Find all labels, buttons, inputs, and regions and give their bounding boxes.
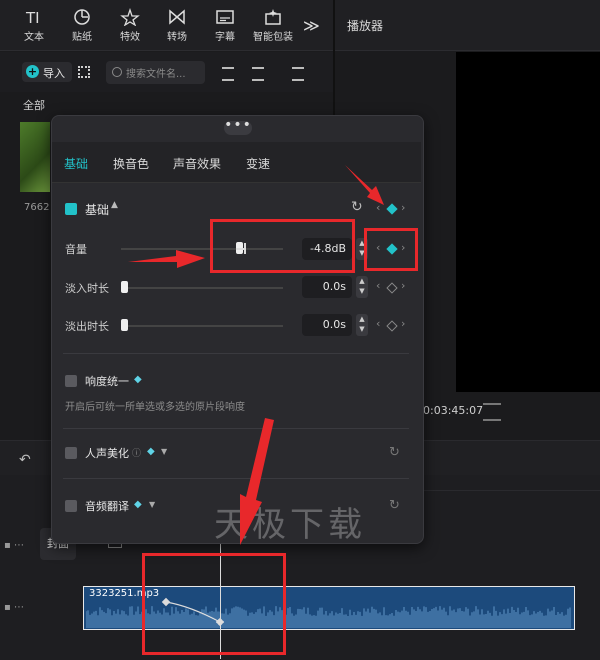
annotation-box-clip <box>142 553 286 655</box>
media-toolbar: + 导入 搜索文件名... <box>0 52 333 92</box>
media-thumbnail-label: 7662 <box>24 202 50 213</box>
view-toggle-icon[interactable] <box>222 67 234 81</box>
vip-diamond-icon: ◆ <box>134 499 142 510</box>
tool-effects[interactable]: 特效 <box>110 8 150 43</box>
audio-translate-label: 音频翻译 <box>85 500 129 513</box>
reset-icon[interactable]: ↻ <box>389 445 400 460</box>
chevron-down-icon[interactable]: ▼ <box>149 500 155 509</box>
fade-out-stepper[interactable]: ▲ ▼ <box>356 314 368 336</box>
search-placeholder: 搜索文件名... <box>126 69 186 80</box>
tab-sound-effects[interactable]: 声音效果 <box>173 155 221 172</box>
fade-in-stepper[interactable]: ▲ ▼ <box>356 276 368 298</box>
section-divider <box>63 478 409 479</box>
svg-text:TI: TI <box>25 9 40 26</box>
watermark-text: 天极下载 <box>214 505 366 545</box>
prev-keyframe-icon[interactable]: ‹ <box>376 279 380 292</box>
section-divider <box>63 428 409 429</box>
tool-smart-package[interactable]: 智能包装 <box>251 8 295 43</box>
tool-tabs-bar: TI 文本 贴纸 特效 转场 字幕 智能包装 ≫ <box>0 0 333 51</box>
fade-out-label: 淡出时长 <box>65 320 109 333</box>
player-grid-icon[interactable] <box>483 403 501 421</box>
import-button[interactable]: + 导入 <box>22 62 72 82</box>
annotation-box-keyframe <box>364 228 418 271</box>
fade-out-slider-track[interactable] <box>121 325 283 327</box>
player-header: 播放器 <box>335 0 600 51</box>
plus-icon: + <box>26 65 39 78</box>
fade-in-label: 淡入时长 <box>65 282 109 295</box>
tool-text[interactable]: TI 文本 <box>14 8 54 43</box>
loudness-label: 响度统一 <box>85 375 129 388</box>
next-keyframe-icon[interactable]: › <box>401 279 405 292</box>
loudness-description: 开启后可统一所单选或多选的原片段响度 <box>65 402 245 413</box>
voice-beautify-label: 人声美化 <box>85 447 129 460</box>
tool-subtitle-label: 字幕 <box>215 32 235 43</box>
player-title: 播放器 <box>347 19 384 33</box>
vip-diamond-icon: ◆ <box>134 374 142 385</box>
search-input[interactable]: 搜索文件名... <box>106 61 205 84</box>
tool-transition-label: 转场 <box>167 32 187 43</box>
audio-translate-checkbox[interactable] <box>65 500 77 512</box>
chevron-down-icon[interactable]: ▼ <box>161 447 167 456</box>
transition-icon <box>169 9 185 25</box>
track-options-icon[interactable]: ▪ ⋯ <box>4 540 24 551</box>
fade-out-slider-knob[interactable] <box>121 319 128 331</box>
effects-icon <box>120 8 140 26</box>
fade-in-value-field[interactable]: 0.0s <box>302 276 352 298</box>
tab-basic[interactable]: 基础 <box>64 155 88 172</box>
basic-section-title: 基础 <box>85 203 110 217</box>
vip-diamond-icon: ◆ <box>147 446 155 457</box>
popup-tab-bar: 基础 换音色 声音效果 变速 <box>52 142 421 183</box>
volume-label: 音量 <box>65 243 87 256</box>
reset-icon[interactable]: ↻ <box>351 199 363 215</box>
search-icon <box>112 67 122 77</box>
tool-smart-package-label: 智能包装 <box>253 32 293 43</box>
sticker-icon <box>74 9 90 25</box>
popup-more-icon[interactable]: ••• <box>224 118 252 135</box>
qr-icon[interactable] <box>78 66 90 78</box>
reset-icon[interactable]: ↻ <box>389 498 400 513</box>
sort-icon[interactable] <box>252 67 264 81</box>
loudness-checkbox[interactable] <box>65 375 77 387</box>
audio-track-options-icon[interactable]: ▪ ⋯ <box>4 602 24 613</box>
text-icon: TI <box>25 9 40 26</box>
help-icon[interactable]: ⓘ <box>132 446 141 459</box>
media-thumbnail[interactable] <box>20 122 50 192</box>
tab-voice-change[interactable]: 换音色 <box>113 155 149 172</box>
tool-transition[interactable]: 转场 <box>157 8 197 43</box>
section-divider <box>63 353 409 354</box>
tab-speed[interactable]: 变速 <box>246 155 270 172</box>
more-tools-button[interactable]: ≫ <box>303 16 320 35</box>
tool-sticker-label: 贴纸 <box>72 32 92 43</box>
fade-in-slider-track[interactable] <box>121 287 283 289</box>
filter-icon[interactable] <box>292 67 304 81</box>
tool-effects-label: 特效 <box>120 32 140 43</box>
undo-icon[interactable]: ↶ <box>19 452 31 468</box>
prev-keyframe-icon[interactable]: ‹ <box>376 201 380 214</box>
player-screen[interactable] <box>456 52 600 392</box>
player-timecode: 0:03:45:07 <box>423 404 484 417</box>
basic-checkbox[interactable] <box>65 203 77 215</box>
tool-sticker[interactable]: 贴纸 <box>62 8 102 43</box>
fade-out-value-field[interactable]: 0.0s <box>302 314 352 336</box>
voice-beautify-checkbox[interactable] <box>65 447 77 459</box>
tool-text-label: 文本 <box>24 32 44 43</box>
subtitle-icon <box>216 10 234 24</box>
fade-in-slider-knob[interactable] <box>121 281 128 293</box>
next-keyframe-icon[interactable]: › <box>401 317 405 330</box>
import-label: 导入 <box>43 67 65 80</box>
smart-package-icon <box>265 9 281 25</box>
annotation-box-volume <box>210 219 355 273</box>
prev-keyframe-icon[interactable]: ‹ <box>376 317 380 330</box>
tool-subtitle[interactable]: 字幕 <box>205 8 245 43</box>
collapse-icon[interactable]: ▲ <box>111 200 118 210</box>
next-keyframe-icon[interactable]: › <box>401 201 405 214</box>
media-all-tab[interactable]: 全部 <box>23 97 45 113</box>
